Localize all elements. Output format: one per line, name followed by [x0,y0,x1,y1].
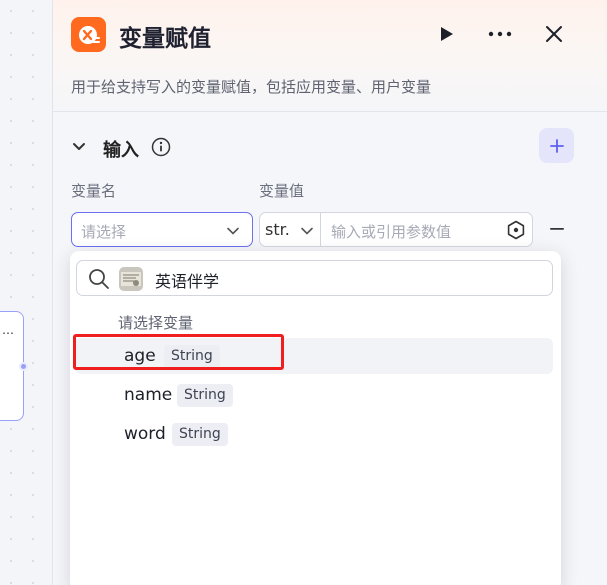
variable-value-label: 变量值 [259,182,305,200]
reference-icon[interactable] [506,220,526,240]
more-icon [488,31,512,37]
app-avatar [119,267,143,291]
node-output-port[interactable] [19,362,28,371]
variable-type-badge: String [172,423,228,446]
play-icon [441,27,453,41]
chevron-down-icon[interactable] [71,139,87,155]
app-name: 英语伴学 [155,272,220,291]
panel-header: 变量赋值 用于给支持写入的变量赋值，包括应用变量、用户变量 [53,0,607,112]
variable-dropdown: 英语伴学 请选择变量 age String name String word S… [70,251,561,585]
input-section-header: 输入 [53,128,607,168]
chevron-down-icon [227,227,239,235]
value-type-select[interactable]: str. [259,212,321,247]
variable-option-name[interactable]: name String [75,377,553,413]
variable-option-name: name [124,385,173,405]
variable-type-badge: String [177,384,233,407]
plus-icon [549,138,564,153]
value-input[interactable]: 输入或引用参数值 [320,212,533,247]
value-input-placeholder: 输入或引用参数值 [331,223,452,241]
variable-assign-icon [71,17,106,52]
run-button[interactable] [433,21,459,47]
canvas-node[interactable]: ⋯ [0,311,28,421]
section-title: 输入 [103,140,139,161]
variable-option-name: word [124,424,166,444]
node-more-icon[interactable]: ⋯ [2,326,15,340]
panel-description: 用于给支持写入的变量赋值，包括应用变量、用户变量 [71,78,432,96]
info-icon[interactable] [151,137,171,157]
highlight-annotation-box [73,334,284,370]
variable-option-word[interactable]: word String [75,416,553,452]
close-button[interactable] [541,21,567,47]
variable-select[interactable]: 请选择 [71,212,253,247]
workflow-canvas[interactable]: ⋯ [0,0,52,585]
variable-search-box[interactable]: 英语伴学 [76,260,553,296]
search-icon [89,269,109,289]
add-row-button[interactable] [539,128,574,163]
value-type-text: str. [265,220,290,239]
variable-name-label: 变量名 [71,182,117,200]
variable-select-placeholder: 请选择 [81,223,127,241]
chevron-down-icon [301,227,313,235]
remove-row-button[interactable] [547,214,567,244]
close-icon [546,26,562,42]
variable-group-label: 请选择变量 [118,314,194,332]
panel-title: 变量赋值 [119,26,211,52]
minus-icon [550,228,564,230]
more-button[interactable] [487,21,513,47]
